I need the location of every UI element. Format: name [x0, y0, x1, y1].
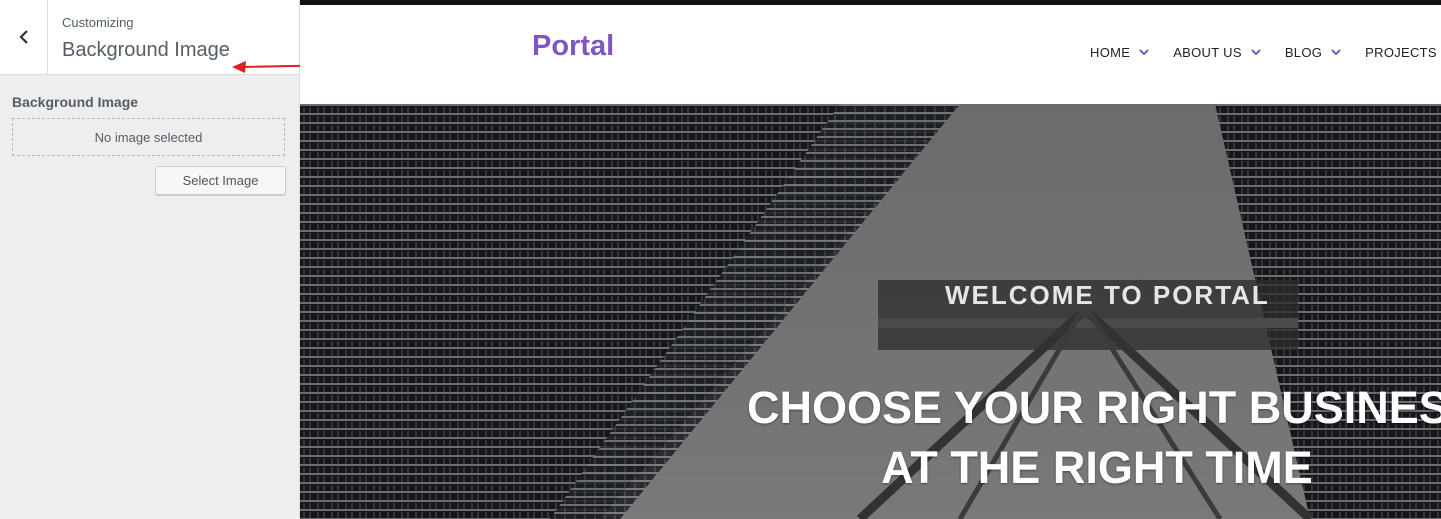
image-placeholder: No image selected	[12, 118, 285, 156]
nav-item-home[interactable]: HOME	[1090, 45, 1149, 60]
chevron-left-icon	[18, 30, 28, 44]
site-preview: Portal HOME ABOUT US BLOG PROJECTS WELCO…	[300, 0, 1441, 519]
headline-line-1: CHOOSE YOUR RIGHT BUSINESS	[747, 382, 1441, 433]
nav-label: PROJECTS	[1365, 45, 1437, 60]
background-image-label: Background Image	[12, 94, 139, 110]
no-image-text: No image selected	[94, 129, 203, 145]
hero-banner: WELCOME TO PORTAL CHOOSE YOUR RIGHT BUSI…	[300, 104, 1441, 519]
select-image-button[interactable]: Select Image	[155, 166, 286, 195]
nav-label: ABOUT US	[1173, 45, 1242, 60]
chevron-down-icon	[1251, 49, 1261, 56]
section-title: Background Image	[62, 39, 230, 61]
main-nav: HOME ABOUT US BLOG PROJECTS	[1090, 45, 1441, 60]
nav-item-about[interactable]: ABOUT US	[1173, 45, 1261, 60]
back-button[interactable]	[0, 0, 48, 74]
nav-label: BLOG	[1284, 45, 1323, 60]
chevron-down-icon	[1139, 49, 1149, 56]
nav-label: HOME	[1090, 45, 1131, 60]
headline-line-2: AT THE RIGHT TIME	[881, 442, 1313, 493]
welcome-text: WELCOME TO PORTAL	[945, 280, 1270, 310]
nav-item-projects[interactable]: PROJECTS	[1365, 45, 1437, 60]
nav-item-blog[interactable]: BLOG	[1285, 45, 1341, 60]
chevron-down-icon	[1331, 49, 1341, 56]
site-logo[interactable]: Portal	[532, 30, 614, 63]
customizing-label: Customizing	[62, 15, 134, 30]
site-header: Portal HOME ABOUT US BLOG PROJECTS	[300, 5, 1441, 104]
hero-headline: CHOOSE YOUR RIGHT BUSINESS AT THE RIGHT …	[747, 378, 1441, 498]
customizer-sidebar: Customizing Background Image Background …	[0, 0, 300, 519]
